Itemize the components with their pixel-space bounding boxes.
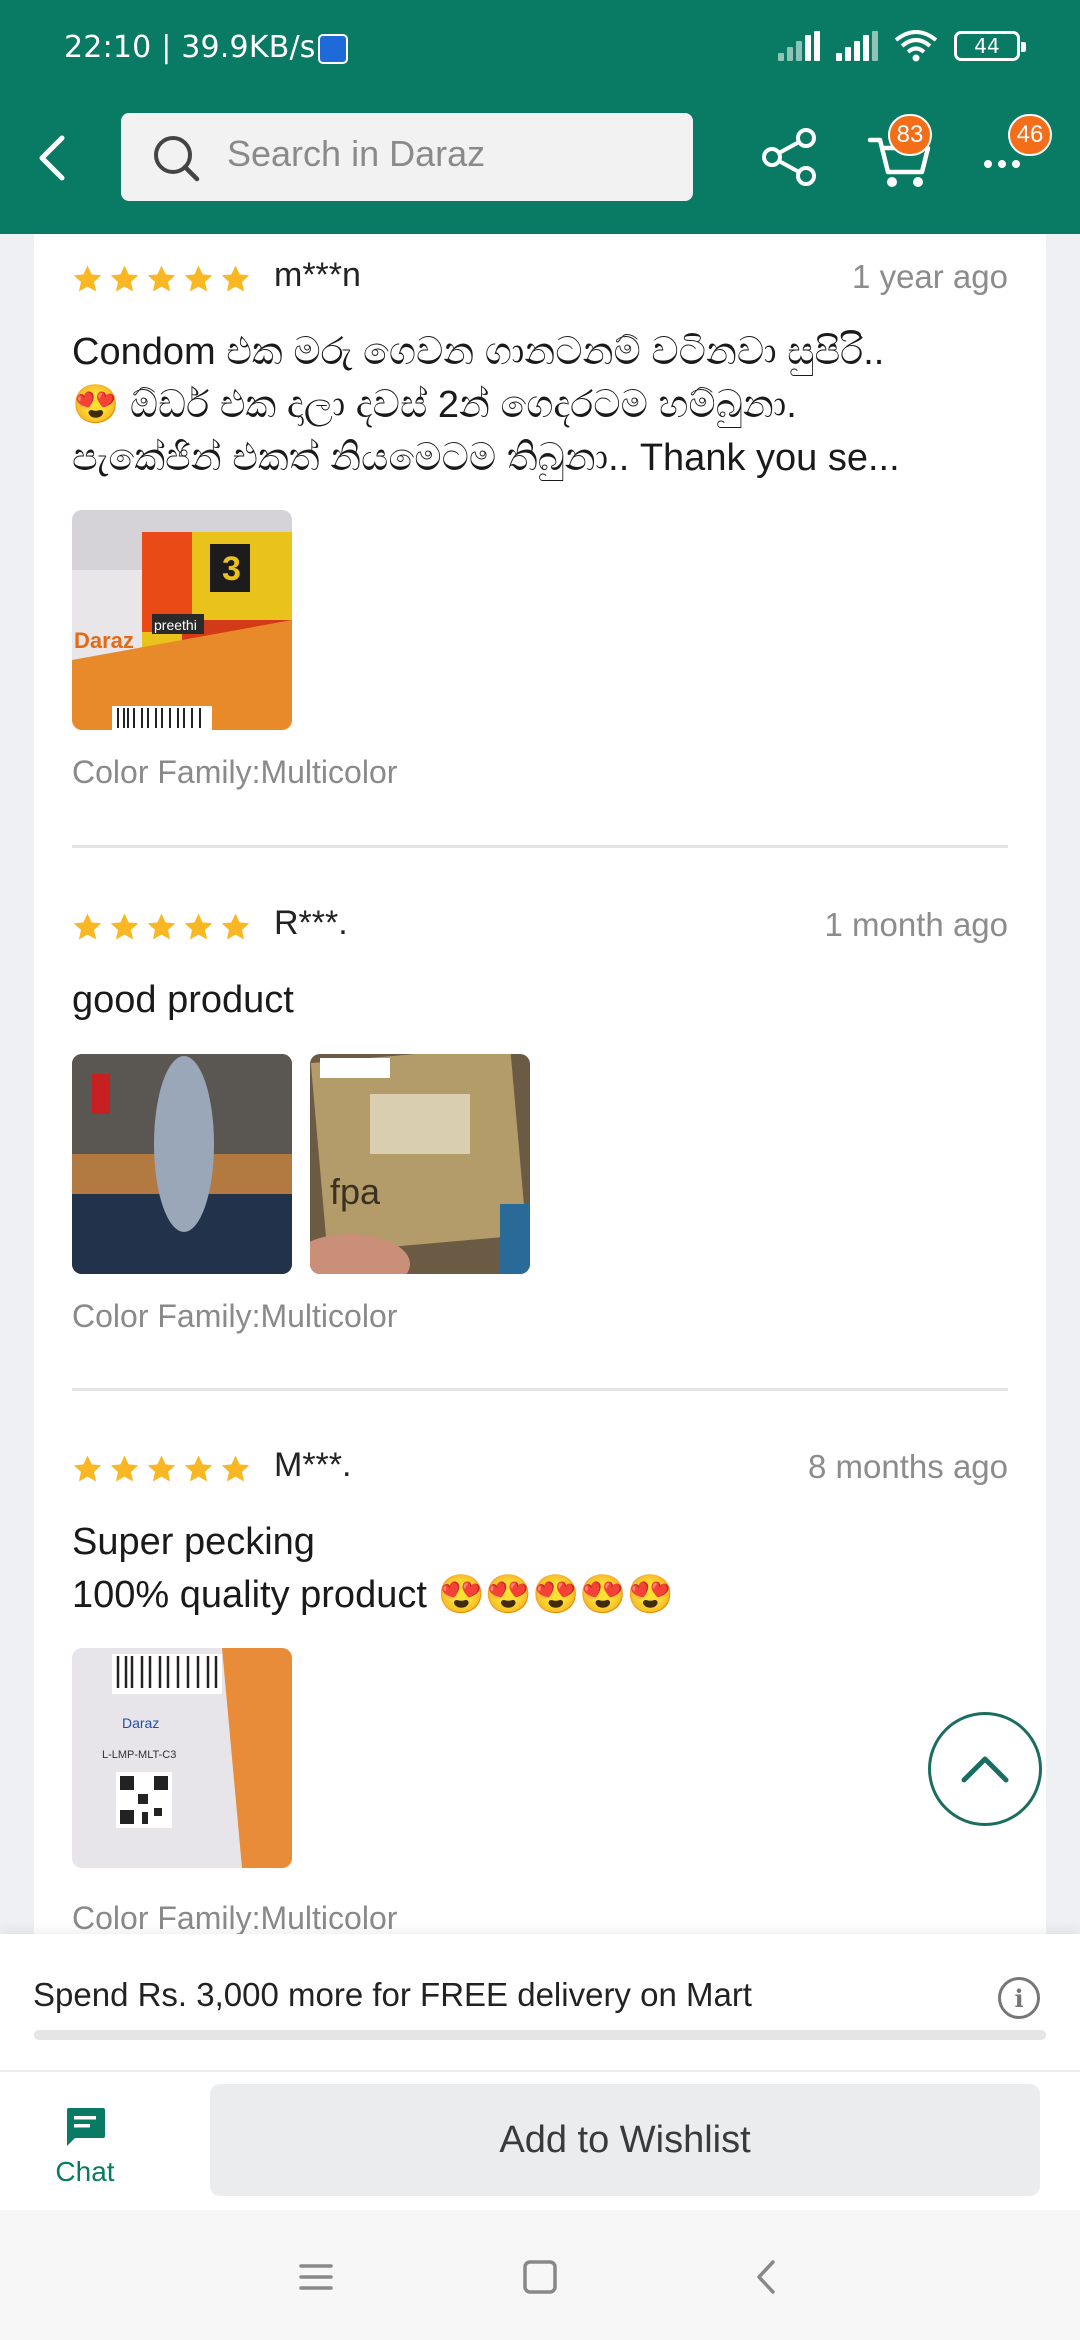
star-icon [147, 265, 176, 292]
reviewer-name: R***. [274, 904, 348, 942]
star-icon [147, 1455, 176, 1482]
scroll-top-button[interactable] [928, 1712, 1042, 1826]
star-icon [73, 265, 102, 292]
review-sku: Color Family:Multicolor [72, 1900, 398, 1936]
chat-button[interactable]: Chat [30, 2106, 140, 2206]
star-icon [221, 265, 250, 292]
reviewer-name: m***n [274, 256, 361, 294]
status-time-speed: 22:10 | 39.9KB/s [64, 30, 316, 65]
review-divider [72, 845, 1008, 848]
svg-text:3: 3 [222, 550, 241, 588]
delivery-text: Spend Rs. 3,000 more for FREE delivery o… [33, 1976, 752, 2013]
review-text: good product [72, 979, 294, 1021]
delivery-banner[interactable]: Spend Rs. 3,000 more for FREE delivery o… [0, 1934, 1080, 2070]
review-image[interactable]: Daraz L-LMP-MLT-C3 [72, 1648, 292, 1868]
more-count-badge: 46 [1008, 114, 1052, 156]
review-image[interactable]: fpa [310, 1054, 530, 1274]
star-icon [110, 913, 139, 940]
svg-text:fpa: fpa [330, 1171, 381, 1212]
search-placeholder: Search in Daraz [227, 133, 486, 174]
review-date: 1 month ago [824, 906, 1008, 943]
info-icon[interactable]: i [998, 1977, 1040, 2019]
star-icon [184, 913, 213, 940]
review-date: 8 months ago [808, 1448, 1008, 1485]
home-nav-button[interactable] [510, 2250, 570, 2304]
review-image[interactable] [72, 1054, 292, 1274]
menu-icon [299, 2264, 333, 2290]
cart-count-badge: 83 [888, 114, 932, 156]
back-nav-button[interactable] [736, 2250, 796, 2304]
app-header: Search in Daraz 83 46 [0, 100, 1080, 234]
menu-nav-button[interactable] [286, 2250, 346, 2304]
status-icons: 44 [778, 30, 1026, 62]
review-text: Super pecking 100% quality product 😍😍😍😍😍 [72, 1521, 675, 1616]
delivery-progress-bar [34, 2030, 1046, 2040]
bottom-action-bar: Chat Add to Wishlist [0, 2070, 1080, 2210]
review-text: Condom එක මරු ගෙවන ගානටනම් වටිනවා සුපිරි… [72, 331, 900, 479]
back-button[interactable] [18, 124, 86, 192]
status-bar: 22:10 | 39.9KB/s 44 [0, 0, 1080, 100]
signal-icon-2 [836, 31, 878, 61]
cart-button[interactable]: 83 [866, 114, 936, 192]
star-icon [221, 913, 250, 940]
add-to-wishlist-button[interactable]: Add to Wishlist [210, 2084, 1040, 2196]
review-item: m***n 1 year ago Condom එක මරු ගෙවන ගානට… [72, 254, 1008, 814]
review-sku: Color Family:Multicolor [72, 1298, 398, 1334]
star-icon [73, 1455, 102, 1482]
review-image-graphic: fpa [310, 1054, 530, 1274]
more-button[interactable]: 46 [978, 114, 1052, 188]
system-nav-bar [0, 2210, 1080, 2340]
chat-label: Chat [55, 2156, 115, 2187]
svg-text:L-LMP-MLT-C3: L-LMP-MLT-C3 [102, 1749, 176, 1761]
review-item: M***. 8 months ago Super pecking 100% qu… [72, 1444, 1008, 1936]
back-arrow-icon [39, 135, 65, 181]
review-item: R***. 1 month ago good product fpa Color… [72, 902, 1008, 1362]
battery-level: 44 [974, 34, 1000, 58]
review-image-graphic: 3 preethi Daraz [72, 510, 292, 730]
network-monitor-icon [318, 34, 348, 64]
star-icon [147, 913, 176, 940]
star-icon [184, 1455, 213, 1482]
share-icon [762, 128, 816, 186]
reviewer-name: M***. [274, 1446, 352, 1484]
back-nav-icon [757, 2260, 775, 2294]
share-button[interactable] [758, 126, 820, 188]
star-icon [110, 265, 139, 292]
svg-text:preethi: preethi [154, 617, 197, 633]
star-rating [72, 1454, 251, 1485]
search-input[interactable]: Search in Daraz [121, 113, 693, 201]
star-icon [221, 1455, 250, 1482]
star-rating [72, 264, 251, 295]
review-divider [72, 1388, 1008, 1391]
signal-icon [778, 31, 820, 61]
star-icon [184, 265, 213, 292]
star-rating [72, 912, 251, 943]
top-bar: 22:10 | 39.9KB/s 44 Search in Daraz 83 4… [0, 0, 1080, 234]
battery-icon: 44 [954, 31, 1026, 61]
chat-icon [67, 2108, 105, 2146]
chevron-up-icon [961, 1756, 1009, 1783]
home-icon [523, 2260, 557, 2294]
svg-text:Daraz: Daraz [74, 628, 134, 653]
review-image[interactable]: 3 preethi Daraz [72, 510, 292, 730]
review-sku: Color Family:Multicolor [72, 754, 398, 790]
search-icon [154, 136, 200, 182]
review-date: 1 year ago [852, 258, 1008, 295]
star-icon [73, 913, 102, 940]
review-image-graphic: Daraz L-LMP-MLT-C3 [72, 1648, 292, 1868]
svg-text:Daraz: Daraz [122, 1715, 159, 1731]
star-icon [110, 1455, 139, 1482]
review-image-graphic [72, 1054, 292, 1274]
wifi-icon [894, 30, 938, 62]
